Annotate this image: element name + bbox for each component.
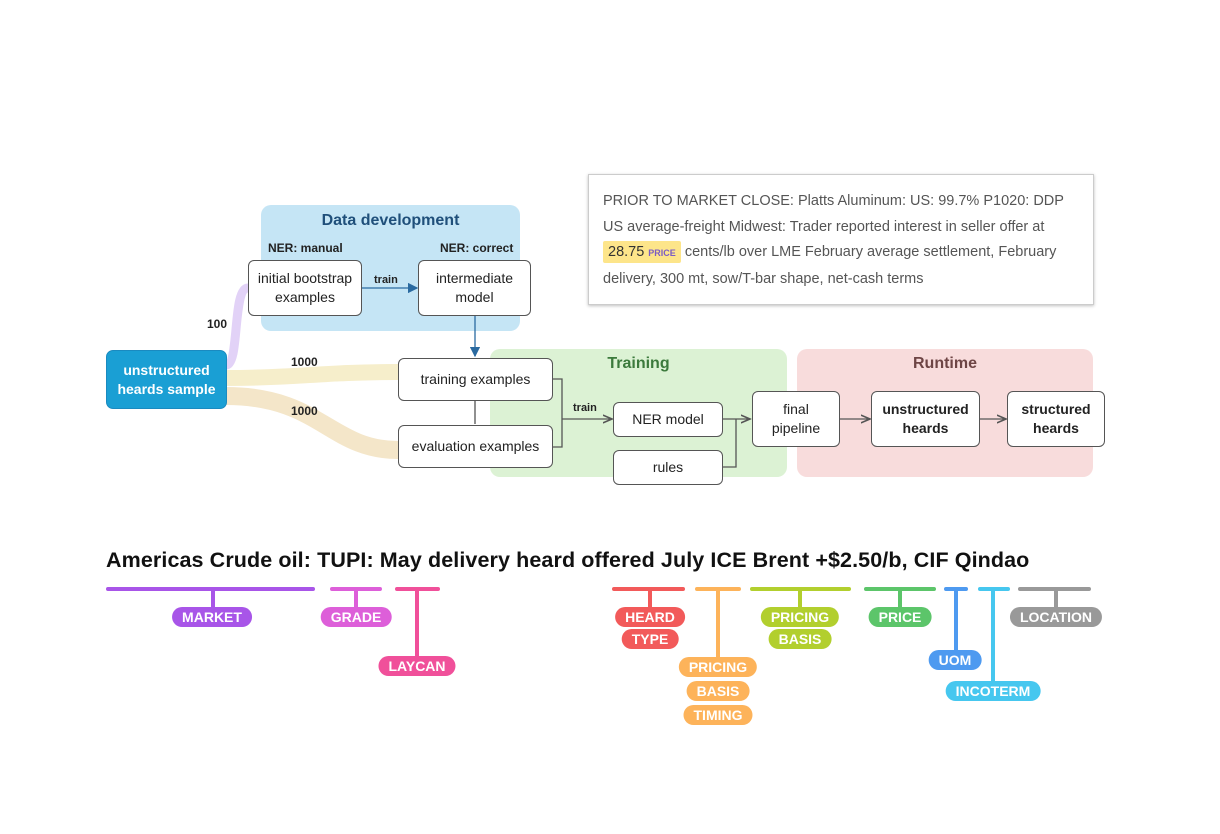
entity-pill-location: LOCATION (1009, 607, 1103, 627)
node-initial-bootstrap-examples: initial bootstrap examples (248, 260, 362, 316)
stem-incoterm (991, 589, 995, 681)
flow-band-1000-training (225, 364, 399, 386)
label-train-1: train (374, 274, 398, 286)
entity-pill-pricing-basis-timing-3: TIMING (683, 705, 753, 725)
node-unstructured-heards-sample: unstructured heards sample (106, 350, 227, 409)
stem-grade (354, 589, 358, 607)
label-count-100: 100 (207, 317, 228, 331)
label-train-2: train (573, 402, 597, 414)
stem-pricing-basis (798, 589, 802, 607)
stem-laycan (415, 589, 419, 656)
node-ner-model: NER model (613, 402, 723, 437)
node-final-pipeline: final pipeline (752, 391, 840, 447)
entity-pill-grade: GRADE (320, 607, 392, 627)
entity-pill-uom: UOM (928, 650, 982, 670)
price-value: 28.75 (608, 244, 645, 260)
entity-pill-laycan: LAYCAN (378, 656, 456, 676)
example-heard-quote: PRIOR TO MARKET CLOSE: Platts Aluminum: … (588, 174, 1094, 305)
stem-price (898, 589, 902, 607)
node-training-examples: training examples (398, 358, 553, 401)
label-ner-manual: NER: manual (268, 241, 343, 255)
node-structured-heards: structured heards (1007, 391, 1105, 447)
price-entity-tag: PRICE (648, 248, 676, 258)
node-intermediate-model: intermediate model (418, 260, 531, 316)
entity-pill-pricing-basis-2: BASIS (768, 629, 832, 649)
edge-rules-to-pipeline (723, 419, 737, 468)
price-entity-chip: 28.75 PRICE (603, 241, 681, 263)
label-count-1000-training: 1000 (291, 355, 318, 369)
entity-pill-incoterm: INCOTERM (945, 681, 1041, 701)
node-evaluation-examples: evaluation examples (398, 425, 553, 468)
stem-location (1054, 589, 1058, 607)
entity-pill-pricing-basis-timing-2: BASIS (686, 681, 750, 701)
node-rules: rules (613, 450, 723, 485)
quote-text-before: PRIOR TO MARKET CLOSE: Platts Aluminum: … (603, 193, 1064, 235)
entity-pill-pricing-basis-1: PRICING (760, 607, 840, 627)
stem-uom (954, 589, 958, 650)
entity-pill-pricing-basis-timing-1: PRICING (678, 657, 758, 677)
stem-heard-type (648, 589, 652, 607)
entity-pill-heard-type-2: TYPE (621, 629, 679, 649)
entity-pill-market: MARKET (172, 607, 252, 627)
stem-market (211, 589, 215, 607)
label-ner-correct: NER: correct (440, 241, 514, 255)
label-count-1000-evaluation: 1000 (291, 404, 318, 418)
flow-band-100 (223, 283, 250, 370)
stem-pricing-basis-timing (716, 589, 720, 657)
annotated-sentence: Americas Crude oil: TUPI: May delivery h… (106, 548, 1030, 572)
entity-pill-price: PRICE (868, 607, 932, 627)
entity-pill-heard-type-1: HEARD (615, 607, 685, 627)
node-unstructured-heards: unstructured heards (871, 391, 980, 447)
